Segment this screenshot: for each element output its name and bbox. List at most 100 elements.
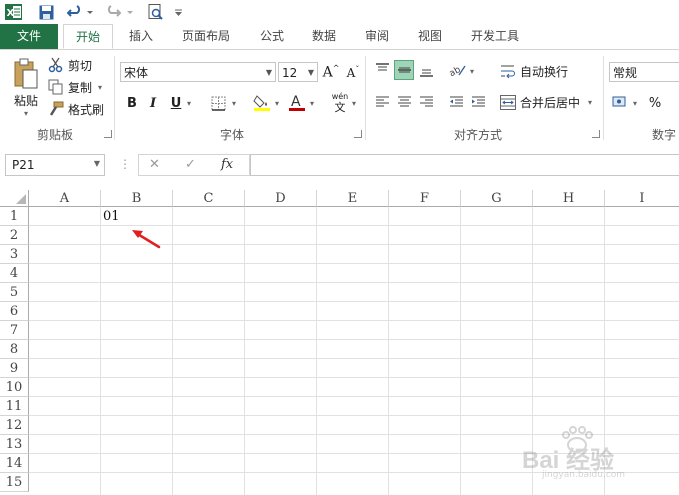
bold-button[interactable]: B: [122, 93, 142, 113]
font-color-dropdown-icon[interactable]: ▾: [306, 93, 318, 113]
tab-data[interactable]: 数据: [302, 24, 346, 49]
merge-center-button[interactable]: 合并后居中 ▾: [500, 93, 592, 111]
align-right-button[interactable]: [416, 92, 436, 112]
row-header-7[interactable]: 7: [0, 321, 29, 340]
row-header-9[interactable]: 9: [0, 359, 29, 378]
row-header-11[interactable]: 11: [0, 397, 29, 416]
row-header-4[interactable]: 4: [0, 264, 29, 283]
row-header-8[interactable]: 8: [0, 340, 29, 359]
copy-button[interactable]: 复制 ▾: [48, 78, 102, 96]
gridline: [29, 225, 679, 226]
tab-file[interactable]: 文件: [0, 24, 58, 49]
print-preview-icon[interactable]: [146, 3, 166, 21]
paste-dropdown-icon[interactable]: ▾: [24, 109, 28, 118]
column-header-a[interactable]: A: [29, 190, 101, 207]
phonetic-guide-button[interactable]: wén 文: [330, 90, 350, 116]
merge-center-label: 合并后居中: [520, 95, 581, 110]
align-left-button[interactable]: [372, 92, 392, 112]
customize-qat-icon[interactable]: [172, 3, 184, 21]
enter-formula-button[interactable]: ✓: [185, 157, 196, 172]
increase-indent-button[interactable]: [468, 92, 488, 112]
font-group-label: 字体: [219, 128, 244, 142]
column-header-c[interactable]: C: [173, 190, 245, 207]
format-painter-button[interactable]: 格式刷: [48, 100, 104, 118]
orientation-button[interactable]: ab: [448, 60, 468, 80]
tab-home[interactable]: 开始: [63, 24, 113, 49]
merge-dropdown-icon[interactable]: ▾: [588, 98, 592, 107]
cut-button[interactable]: 剪切: [48, 56, 92, 74]
phonetic-dropdown-icon[interactable]: ▾: [348, 93, 360, 113]
middle-align-button[interactable]: [394, 60, 414, 80]
column-header-f[interactable]: F: [389, 190, 461, 207]
cancel-formula-button[interactable]: ✕: [149, 157, 160, 172]
font-size-combo[interactable]: 12 ▼: [278, 62, 318, 82]
ribbon-home: 粘贴 ▾ 剪切 复制 ▾ 格式刷 剪贴板 宋体 ▼ 12 ▼ A^ Aˇ B I…: [0, 50, 679, 144]
worksheet-grid[interactable]: A B C D E F G H I 1 2 3 4 5 6 7 8 9 10 1…: [0, 190, 679, 495]
font-size-dropdown-icon[interactable]: ▼: [308, 63, 314, 83]
font-color-icon: A: [289, 94, 305, 111]
tab-insert[interactable]: 插入: [118, 24, 164, 49]
redo-icon[interactable]: [106, 3, 136, 21]
undo-icon[interactable]: [66, 3, 96, 21]
name-box-dropdown-icon[interactable]: ▼: [94, 159, 100, 168]
borders-button[interactable]: [208, 93, 228, 113]
column-header-h[interactable]: H: [533, 190, 605, 207]
orientation-dropdown-icon[interactable]: ▾: [466, 61, 478, 81]
increase-font-size-button[interactable]: A^: [321, 62, 341, 82]
underline-dropdown-icon[interactable]: ▾: [183, 93, 195, 113]
row-header-14[interactable]: 14: [0, 454, 29, 473]
formula-input[interactable]: [250, 154, 679, 176]
row-header-15[interactable]: 15: [0, 473, 29, 492]
save-icon[interactable]: [37, 3, 55, 21]
column-header-g[interactable]: G: [461, 190, 533, 207]
gridline: [29, 244, 679, 245]
accounting-dropdown-icon[interactable]: ▾: [629, 93, 641, 113]
alignment-launcher-icon[interactable]: [592, 130, 600, 138]
column-header-b[interactable]: B: [101, 190, 173, 207]
clipboard-launcher-icon[interactable]: [104, 130, 112, 138]
italic-button[interactable]: I: [143, 93, 163, 113]
copy-dropdown-icon[interactable]: ▾: [98, 83, 102, 92]
wrap-text-button[interactable]: 自动换行: [500, 62, 568, 80]
font-color-button[interactable]: A: [287, 92, 307, 112]
row-header-2[interactable]: 2: [0, 226, 29, 245]
percent-style-button[interactable]: %: [645, 93, 665, 113]
paste-button[interactable]: 粘贴 ▾: [8, 58, 44, 120]
font-name-dropdown-icon[interactable]: ▼: [266, 63, 272, 83]
name-box[interactable]: P21 ▼: [5, 154, 105, 176]
row-header-1[interactable]: 1: [0, 207, 29, 226]
select-all-corner[interactable]: [0, 190, 29, 207]
row-header-5[interactable]: 5: [0, 283, 29, 302]
formula-buttons: ✕ ✓ fx: [138, 154, 250, 176]
row-header-13[interactable]: 13: [0, 435, 29, 454]
insert-function-button[interactable]: fx: [221, 157, 233, 172]
row-header-10[interactable]: 10: [0, 378, 29, 397]
fill-color-dropdown-icon[interactable]: ▾: [271, 93, 283, 113]
row-header-3[interactable]: 3: [0, 245, 29, 264]
tab-formulas[interactable]: 公式: [250, 24, 294, 49]
tab-developer[interactable]: 开发工具: [460, 24, 530, 49]
top-align-button[interactable]: [372, 60, 392, 80]
align-center-button[interactable]: [394, 92, 414, 112]
column-header-e[interactable]: E: [317, 190, 389, 207]
row-header-6[interactable]: 6: [0, 302, 29, 321]
accounting-format-button[interactable]: [611, 92, 631, 112]
gridline: [29, 415, 679, 416]
fill-color-button[interactable]: [252, 92, 272, 112]
column-header-i[interactable]: I: [605, 190, 679, 207]
row-header-12[interactable]: 12: [0, 416, 29, 435]
decrease-indent-icon: [449, 96, 463, 107]
tab-view[interactable]: 视图: [408, 24, 452, 49]
cell-b1[interactable]: 01: [103, 209, 120, 224]
font-launcher-icon[interactable]: [354, 130, 362, 138]
number-format-combo[interactable]: 常规: [609, 62, 679, 82]
column-header-d[interactable]: D: [245, 190, 317, 207]
tab-review[interactable]: 审阅: [355, 24, 399, 49]
decrease-indent-button[interactable]: [446, 92, 466, 112]
font-name-combo[interactable]: 宋体 ▼: [120, 62, 276, 82]
borders-dropdown-icon[interactable]: ▾: [228, 93, 240, 113]
bottom-align-button[interactable]: [416, 60, 436, 80]
tab-page-layout[interactable]: 页面布局: [170, 24, 242, 49]
copy-label: 复制: [68, 80, 93, 95]
decrease-font-size-button[interactable]: Aˇ: [343, 62, 363, 82]
